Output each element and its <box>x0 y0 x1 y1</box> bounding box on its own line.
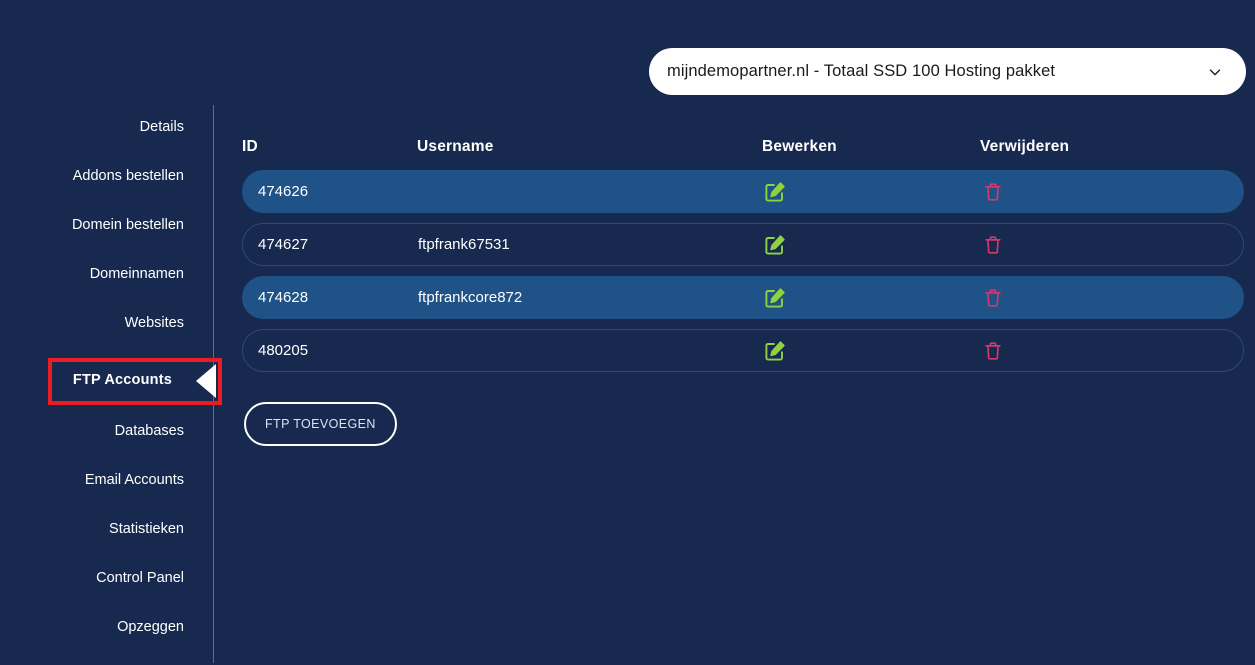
package-selector-value: mijndemopartner.nl - Totaal SSD 100 Host… <box>667 62 1056 80</box>
sidebar-item-domeinnamen[interactable]: Domeinnamen <box>0 252 214 296</box>
column-header-bewerken: Bewerken <box>762 138 837 155</box>
sidebar-item-control-panel[interactable]: Control Panel <box>0 556 214 600</box>
cell-delete <box>981 286 1241 310</box>
cell-id: 474627 <box>258 236 309 253</box>
cell-edit <box>763 180 981 204</box>
sidebar-item-label: Websites <box>124 315 184 331</box>
cell-delete <box>981 233 1241 257</box>
sidebar-item-addons-bestellen[interactable]: Addons bestellen <box>0 154 214 198</box>
sidebar-item-databases[interactable]: Databases <box>0 409 214 453</box>
cell-id: 474626 <box>258 183 309 200</box>
cell-delete <box>981 180 1241 204</box>
chevron-down-icon <box>1209 68 1221 75</box>
column-header-verwijderen: Verwijderen <box>980 138 1070 155</box>
package-selector[interactable]: mijndemopartner.nl - Totaal SSD 100 Host… <box>649 48 1246 95</box>
sidebar-item-domein-bestellen[interactable]: Domein bestellen <box>0 203 214 247</box>
edit-pencil-icon[interactable] <box>763 233 787 257</box>
sidebar-item-ftp-accounts[interactable]: FTP Accounts <box>0 358 214 402</box>
sidebar-item-opzeggen[interactable]: Opzeggen <box>0 605 214 649</box>
table-row[interactable]: 474626 <box>242 170 1244 213</box>
sidebar-item-label: FTP Accounts <box>72 372 172 388</box>
sidebar-item-label: Databases <box>114 423 184 439</box>
sidebar-item-label: Domeinnamen <box>89 266 184 282</box>
cell-username: ftpfrank67531 <box>418 236 510 253</box>
trash-icon[interactable] <box>981 286 1005 310</box>
ftp-accounts-table: 474626 474627 ftpfrank67531 474628 ftpfr… <box>242 170 1244 382</box>
sidebar-item-details[interactable]: Details <box>0 105 214 149</box>
edit-pencil-icon[interactable] <box>763 339 787 363</box>
sidebar-item-websites[interactable]: Websites <box>0 301 214 345</box>
sidebar-item-label: Domein bestellen <box>71 217 184 233</box>
sidebar: Details Addons bestellen Domein bestelle… <box>0 105 214 665</box>
cell-id: 480205 <box>258 342 309 359</box>
sidebar-item-label: Control Panel <box>96 570 184 586</box>
trash-icon[interactable] <box>981 233 1005 257</box>
cell-edit <box>763 286 981 310</box>
cell-delete <box>981 339 1241 363</box>
cell-username: ftpfrankcore872 <box>418 289 523 306</box>
trash-icon[interactable] <box>981 339 1005 363</box>
column-header-username: Username <box>417 138 494 155</box>
cell-edit <box>763 233 981 257</box>
add-ftp-button[interactable]: FTP TOEVOEGEN <box>244 402 397 446</box>
edit-pencil-icon[interactable] <box>763 180 787 204</box>
cell-edit <box>763 339 981 363</box>
edit-pencil-icon[interactable] <box>763 286 787 310</box>
sidebar-item-label: Addons bestellen <box>72 168 184 184</box>
main-content: ID Username Bewerken Verwijderen 474626 <box>214 105 1255 665</box>
top-bar: mijndemopartner.nl - Totaal SSD 100 Host… <box>0 0 1255 105</box>
column-header-id: ID <box>242 138 258 155</box>
table-row[interactable]: 480205 <box>242 329 1244 372</box>
sidebar-item-email-accounts[interactable]: Email Accounts <box>0 458 214 502</box>
sidebar-item-label: Opzeggen <box>117 619 184 635</box>
sidebar-item-label: Statistieken <box>109 521 184 537</box>
sidebar-item-label: Email Accounts <box>84 472 184 488</box>
sidebar-item-label: Details <box>139 119 184 135</box>
table-row[interactable]: 474628 ftpfrankcore872 <box>242 276 1244 319</box>
cell-id: 474628 <box>258 289 309 306</box>
sidebar-item-statistieken[interactable]: Statistieken <box>0 507 214 551</box>
trash-icon[interactable] <box>981 180 1005 204</box>
table-header: ID Username Bewerken Verwijderen <box>242 127 1242 167</box>
table-row[interactable]: 474627 ftpfrank67531 <box>242 223 1244 266</box>
